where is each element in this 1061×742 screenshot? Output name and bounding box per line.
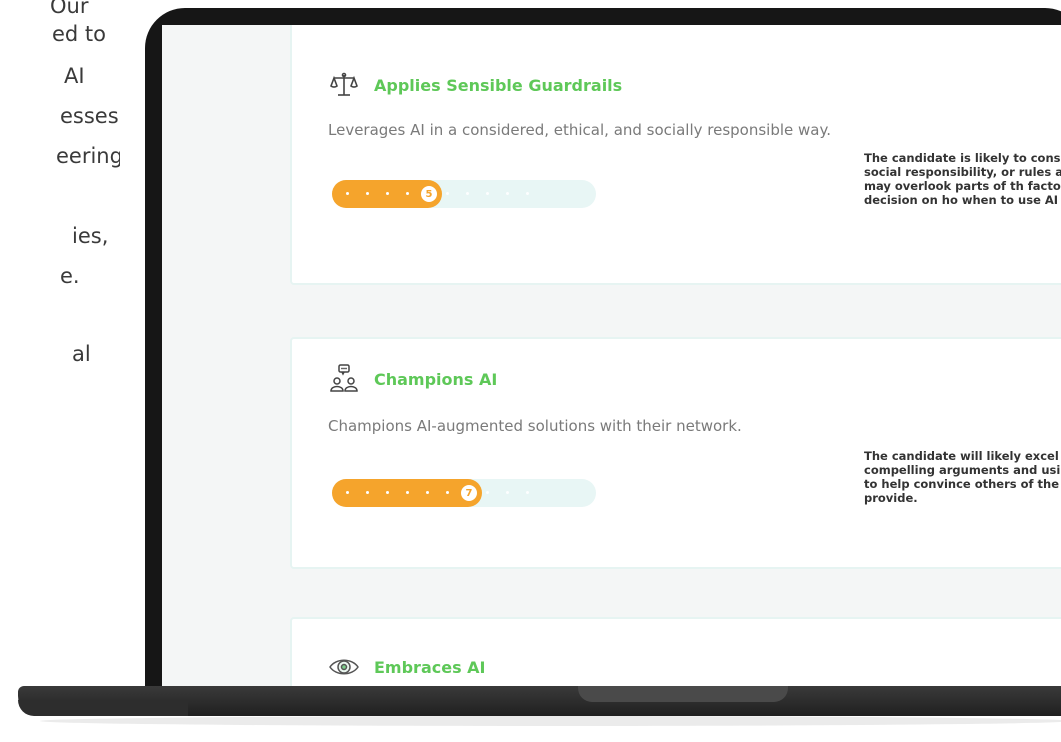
laptop-screen: Applies Sensible Guardrails Leverages AI…: [162, 25, 1061, 687]
card-header: Applies Sensible Guardrails: [328, 69, 622, 101]
score-dot: [386, 491, 389, 494]
people-speech-icon: [328, 363, 360, 395]
article-line: al: [72, 342, 91, 366]
score-dot: [346, 192, 349, 195]
score-dot: [366, 192, 369, 195]
article-text-fragment: Our ed to AI esses eering, ies, e. al: [0, 0, 120, 400]
article-line: Our: [50, 0, 89, 18]
card-description: Leverages AI in a considered, ethical, a…: [328, 121, 831, 139]
laptop-shadow: [40, 716, 1061, 726]
laptop-base-edge: [18, 700, 188, 716]
score-dot: [446, 192, 449, 195]
card-title: Embraces AI: [374, 657, 486, 677]
competency-card: Applies Sensible Guardrails Leverages AI…: [290, 25, 1061, 285]
score-dot: [506, 491, 509, 494]
score-dot: [466, 192, 469, 195]
article-line: esses: [60, 104, 119, 128]
article-line: AI: [64, 64, 85, 88]
card-description: Champions AI-augmented solutions with th…: [328, 417, 742, 435]
article-line: ed to: [52, 22, 107, 46]
score-dot: [446, 491, 449, 494]
card-comment: The candidate will likely excel at craft…: [864, 449, 1061, 505]
score-dot: [426, 491, 429, 494]
score-dot: [506, 192, 509, 195]
article-line: ies,: [72, 224, 109, 248]
score-dot: [406, 192, 409, 195]
score-bar: 5: [332, 180, 596, 208]
competency-card: Embraces AI: [290, 617, 1061, 687]
card-header: Champions AI: [328, 363, 497, 395]
score-dot: [526, 192, 529, 195]
card-header: Embraces AI: [328, 651, 486, 683]
score-dot: [526, 491, 529, 494]
card-comment: The candidate is likely to consider orga…: [864, 151, 1061, 207]
score-dot: [486, 491, 489, 494]
competency-card: Champions AI Champions AI-augmented solu…: [290, 337, 1061, 569]
score-value: 7: [458, 482, 480, 504]
eye-icon: [328, 651, 360, 683]
article-line: e.: [60, 264, 80, 288]
balance-scale-icon: [328, 69, 360, 101]
score-dot: [366, 491, 369, 494]
article-line: eering,: [56, 144, 120, 168]
card-title: Applies Sensible Guardrails: [374, 75, 623, 95]
score-dot: [486, 192, 489, 195]
laptop-notch: [578, 686, 788, 702]
score-dot: [386, 192, 389, 195]
report-page: Applies Sensible Guardrails Leverages AI…: [162, 25, 1061, 687]
score-value: 5: [418, 183, 440, 205]
score-dot: [406, 491, 409, 494]
card-title: Champions AI: [374, 369, 498, 389]
score-bar: 7: [332, 479, 596, 507]
score-dot: [346, 491, 349, 494]
